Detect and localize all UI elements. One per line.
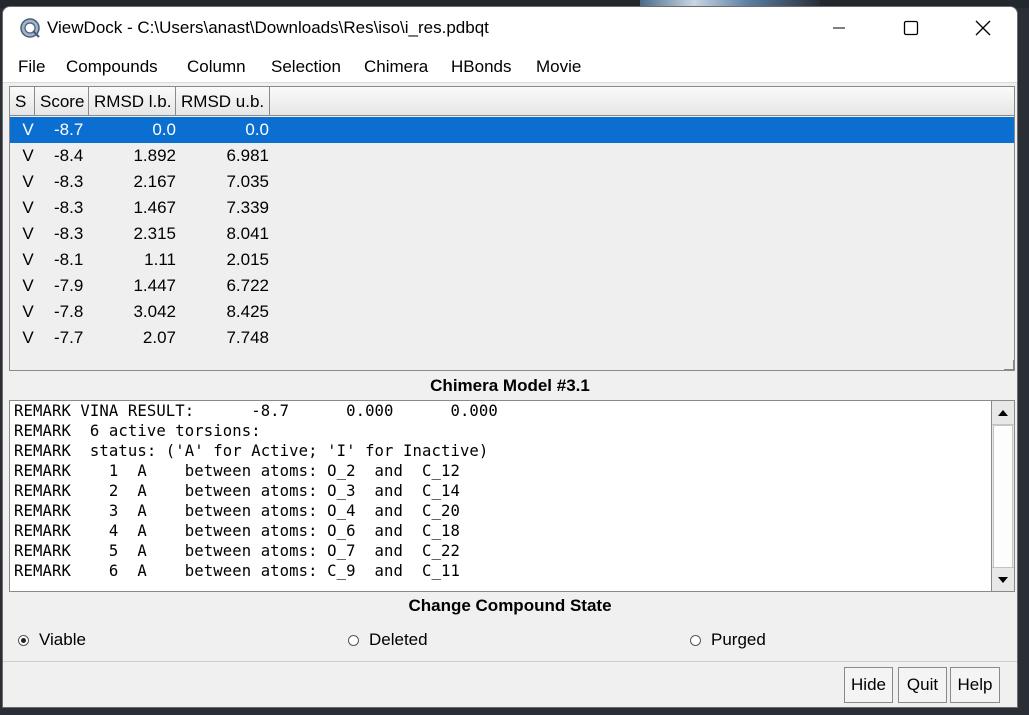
column-header-s[interactable]: S	[10, 87, 35, 116]
rmsd-ub-cell: 8.425	[226, 302, 269, 321]
table-row[interactable]: V -8.3 1.467 7.339	[10, 195, 1014, 221]
state-title: Change Compound State	[408, 596, 612, 615]
app-icon	[20, 18, 40, 38]
radio-viable[interactable]: Viable	[18, 627, 86, 653]
radio-indicator	[348, 634, 359, 646]
column-header-score[interactable]: Score	[35, 87, 89, 116]
state-cell: V	[22, 276, 34, 295]
table-row[interactable]: V -7.8 3.042 8.425	[10, 299, 1014, 325]
rmsd-ub-cell: 6.981	[226, 146, 269, 165]
scroll-down-button[interactable]	[992, 567, 1014, 591]
resize-grip[interactable]	[1004, 360, 1014, 370]
table-row[interactable]: V -8.1 1.11 2.015	[10, 247, 1014, 273]
model-title: Chimera Model #3.1	[430, 376, 590, 395]
menu-selection[interactable]: Selection	[271, 57, 341, 77]
scroll-up-button[interactable]	[992, 401, 1014, 425]
close-icon	[975, 20, 991, 36]
menu-hbonds[interactable]: HBonds	[451, 57, 511, 77]
table-row[interactable]: V -7.7 2.07 7.748	[10, 325, 1014, 351]
rmsd-lb-cell: 1.447	[133, 276, 176, 295]
radio-indicator	[690, 634, 701, 646]
remark-line: REMARK 6 A between atoms: C_9 and C_11	[14, 562, 460, 580]
rmsd-ub-cell: 7.035	[226, 172, 269, 191]
state-cell: V	[22, 302, 34, 321]
table-row[interactable]: V -8.3 2.167 7.035	[10, 169, 1014, 195]
remark-line: REMARK 3 A between atoms: O_4 and C_20	[14, 502, 460, 520]
remark-line: REMARK 6 active torsions:	[14, 422, 261, 440]
radio-label: Deleted	[369, 630, 428, 649]
state-cell: V	[22, 172, 34, 191]
remark-line: REMARK 4 A between atoms: O_6 and C_18	[14, 522, 460, 540]
state-cell: V	[22, 120, 34, 139]
remark-line: REMARK status: ('A' for Active; 'I' for …	[14, 442, 489, 460]
column-header-rmsd-ub[interactable]: RMSD u.b.	[176, 87, 270, 116]
menu-chimera[interactable]: Chimera	[364, 57, 428, 77]
window-title: ViewDock - C:\Users\anast\Downloads\Res\…	[47, 18, 489, 37]
menu-column[interactable]: Column	[187, 57, 246, 77]
rmsd-lb-cell: 1.892	[133, 146, 176, 165]
table-row[interactable]: V -8.3 2.315 8.041	[10, 221, 1014, 247]
help-button[interactable]: Help	[950, 667, 1000, 703]
rmsd-lb-cell: 1.467	[133, 198, 176, 217]
radio-label: Viable	[39, 630, 86, 649]
scroll-up-icon	[998, 409, 1008, 416]
menu-file[interactable]: File	[18, 57, 45, 77]
radio-deleted[interactable]: Deleted	[348, 627, 428, 653]
remark-line: REMARK 1 A between atoms: O_2 and C_12	[14, 462, 460, 480]
maximize-icon	[903, 20, 919, 36]
minimize-icon	[833, 27, 845, 29]
rmsd-ub-cell: 7.339	[226, 198, 269, 217]
remarks-scrollbar[interactable]	[992, 400, 1015, 592]
title-bar[interactable]: ViewDock - C:\Users\anast\Downloads\Res\…	[3, 7, 1017, 49]
remark-line: REMARK VINA RESULT: -8.7 0.000 0.000	[14, 402, 498, 420]
rmsd-lb-cell: 2.07	[142, 328, 176, 347]
rmsd-lb-cell: 0.0	[152, 120, 176, 139]
minimize-button[interactable]	[803, 7, 875, 49]
rmsd-lb-cell: 2.167	[133, 172, 176, 191]
remark-line: REMARK 2 A between atoms: O_3 and C_14	[14, 482, 460, 500]
rmsd-ub-cell: 6.722	[226, 276, 269, 295]
table-row[interactable]: V -7.9 1.447 6.722	[10, 273, 1014, 299]
table-row[interactable]: V -8.4 1.892 6.981	[10, 143, 1014, 169]
close-button[interactable]	[947, 7, 1017, 49]
rmsd-ub-cell: 8.041	[226, 224, 269, 243]
maximize-button[interactable]	[875, 7, 947, 49]
state-cell: V	[22, 146, 34, 165]
remarks-text[interactable]: REMARK VINA RESULT: -8.7 0.000 0.000 REM…	[9, 400, 992, 592]
rmsd-lb-cell: 1.11	[144, 250, 176, 269]
rmsd-lb-cell: 2.315	[133, 224, 176, 243]
radio-label: Purged	[711, 630, 766, 649]
viewdock-window: ViewDock - C:\Users\anast\Downloads\Res\…	[2, 6, 1018, 708]
table-header: S Score RMSD l.b. RMSD u.b.	[10, 87, 1014, 116]
rmsd-ub-cell: 7.748	[226, 328, 269, 347]
quit-button[interactable]: Quit	[898, 667, 947, 703]
radio-purged[interactable]: Purged	[690, 627, 766, 653]
menu-bar: File Compounds Column Selection Chimera …	[3, 49, 1017, 83]
rmsd-ub-cell: 0.0	[245, 120, 269, 139]
scroll-down-icon	[998, 576, 1008, 583]
separator	[3, 661, 1017, 662]
hide-button[interactable]: Hide	[844, 667, 893, 703]
rmsd-lb-cell: 3.042	[133, 302, 176, 321]
remark-line: REMARK 5 A between atoms: O_7 and C_22	[14, 542, 460, 560]
table-row[interactable]: V -8.7 0.0 0.0	[10, 117, 1014, 143]
state-cell: V	[22, 198, 34, 217]
menu-compounds[interactable]: Compounds	[66, 57, 158, 77]
state-cell: V	[22, 328, 34, 347]
rmsd-ub-cell: 2.015	[226, 250, 269, 269]
scroll-thumb[interactable]	[993, 425, 1013, 568]
compounds-table: S Score RMSD l.b. RMSD u.b. V -8.7 0.0 0.0 V…	[9, 86, 1015, 371]
state-cell: V	[22, 224, 34, 243]
column-header-rmsd-lb[interactable]: RMSD l.b.	[89, 87, 176, 116]
state-cell: V	[22, 250, 34, 269]
menu-movie[interactable]: Movie	[536, 57, 581, 77]
radio-indicator	[18, 634, 29, 646]
